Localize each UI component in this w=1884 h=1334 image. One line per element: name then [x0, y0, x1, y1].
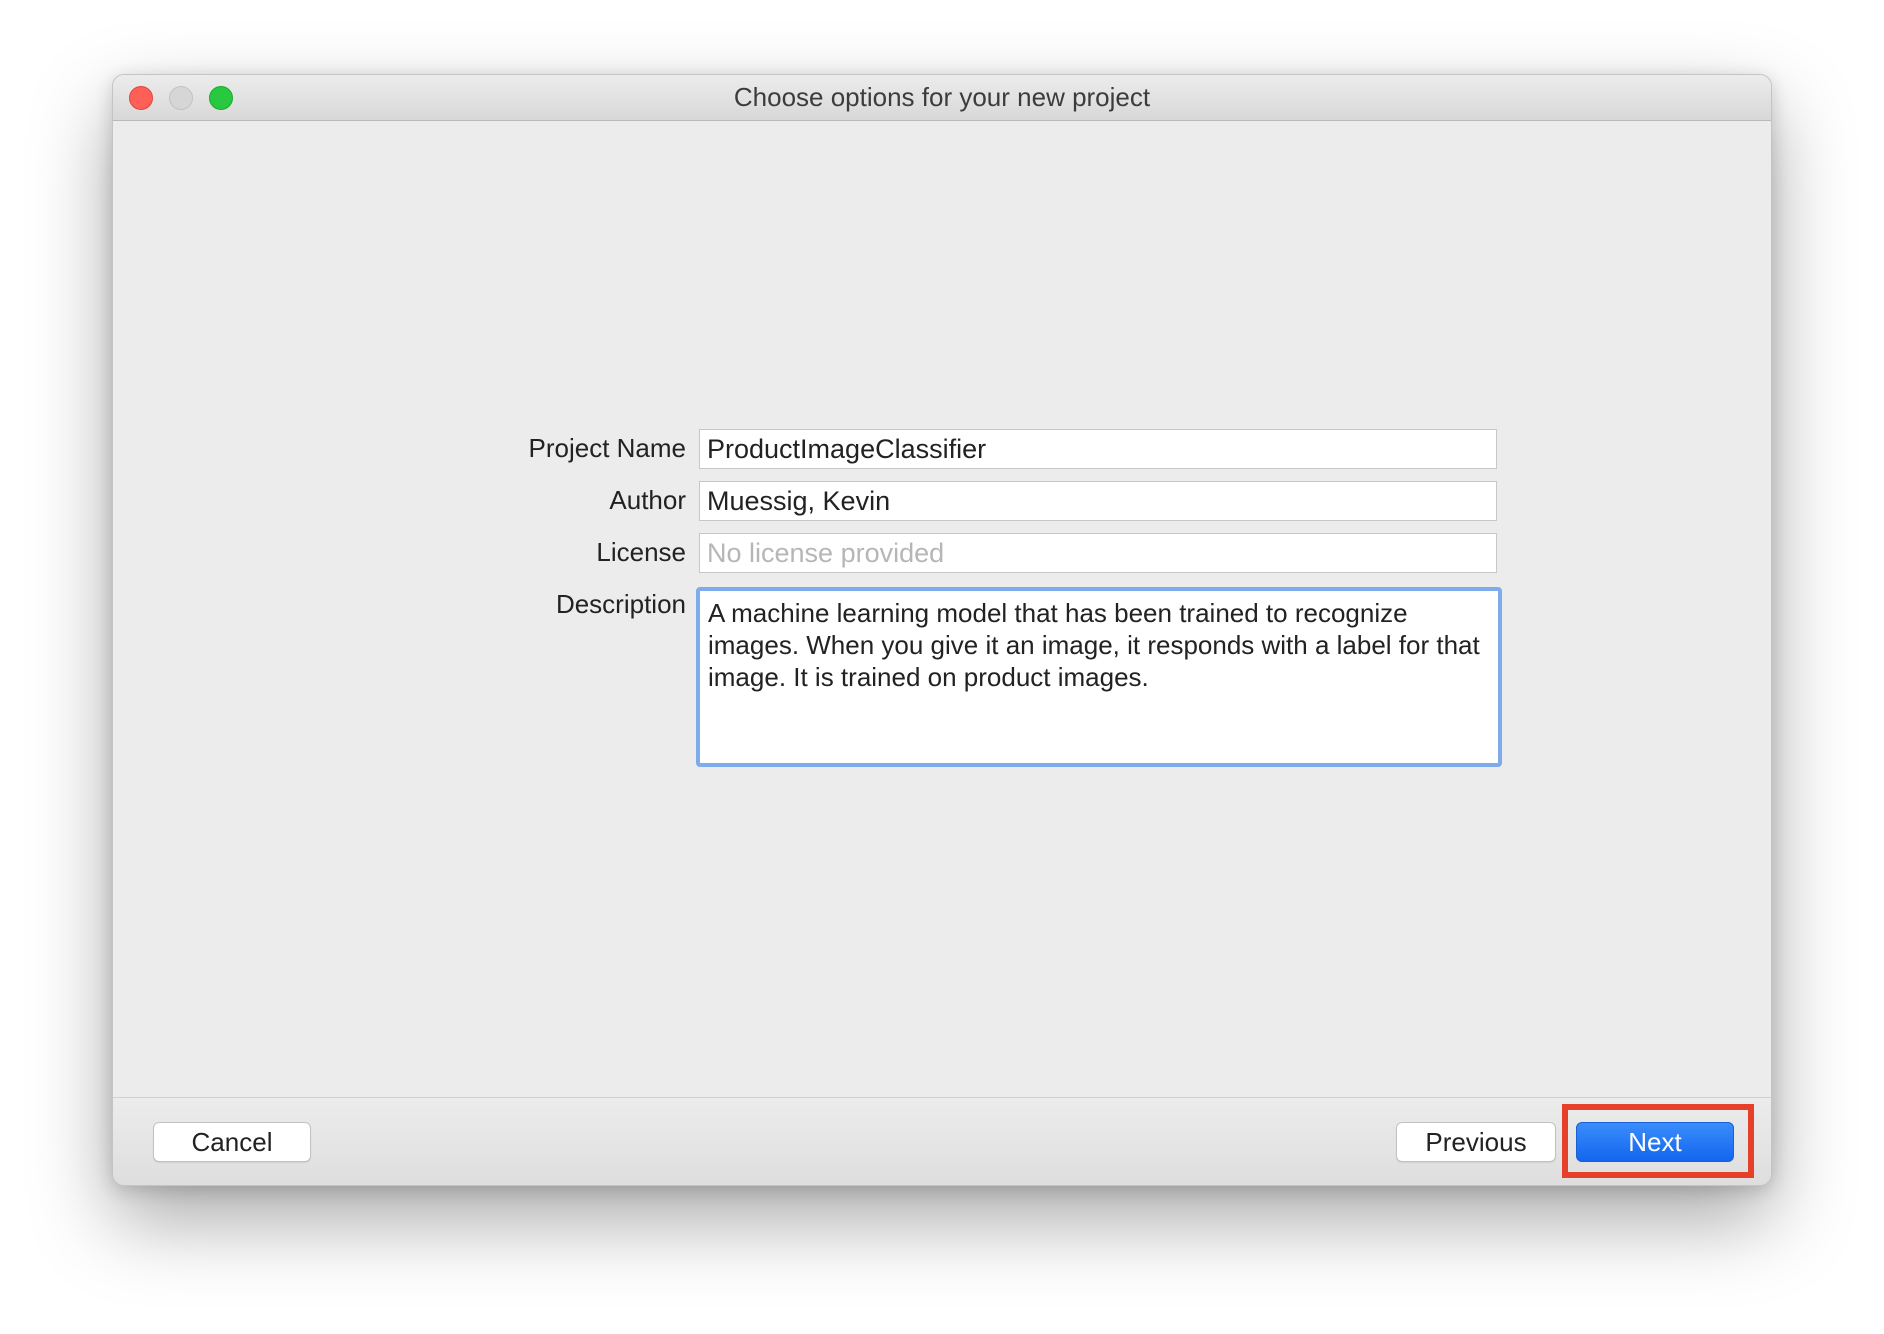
description-textarea[interactable]: A machine learning model that has been t…: [696, 587, 1502, 767]
author-input[interactable]: [699, 481, 1497, 521]
dialog-footer: Cancel Previous Next: [113, 1097, 1771, 1185]
cancel-button[interactable]: Cancel: [153, 1122, 311, 1162]
next-button[interactable]: Next: [1576, 1122, 1734, 1162]
project-name-label: Project Name: [528, 433, 687, 463]
title-bar: Choose options for your new project: [113, 75, 1771, 121]
project-name-input[interactable]: [699, 429, 1497, 469]
author-label: Author: [609, 485, 686, 515]
previous-button[interactable]: Previous: [1396, 1122, 1556, 1162]
window-title: Choose options for your new project: [733, 82, 1151, 112]
license-label: License: [596, 537, 686, 567]
description-label: Description: [555, 589, 686, 619]
new-project-dialog: Choose options for your new project Proj…: [112, 74, 1772, 1186]
license-input[interactable]: [699, 533, 1497, 573]
